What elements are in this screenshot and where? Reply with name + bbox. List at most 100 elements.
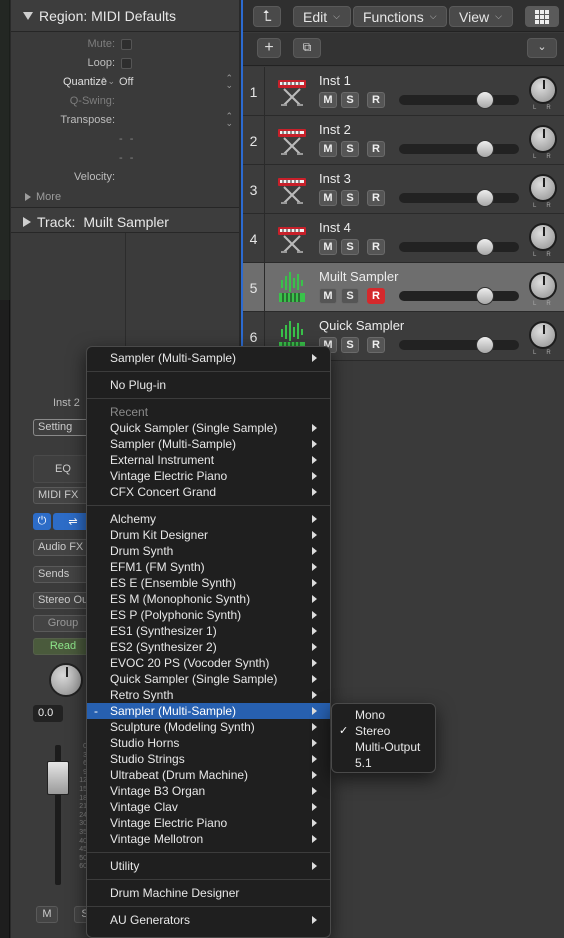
volume-readout[interactable]: 0.0 bbox=[33, 705, 63, 722]
submenu-item[interactable]: Mono bbox=[332, 707, 435, 723]
track-name[interactable]: Muilt Sampler bbox=[319, 269, 398, 284]
sampler-icon[interactable] bbox=[276, 270, 308, 304]
menu-item-instrument[interactable]: Studio Horns bbox=[87, 735, 330, 751]
menu-item-instrument[interactable]: Vintage Clav bbox=[87, 799, 330, 815]
track-row[interactable]: 5 Muilt Sampler M S R LR bbox=[243, 263, 564, 312]
menu-item-instrument[interactable]: Vintage Electric Piano bbox=[87, 815, 330, 831]
track-volume-thumb[interactable] bbox=[476, 189, 494, 207]
menu-item-instrument[interactable]: EVOC 20 PS (Vocoder Synth) bbox=[87, 655, 330, 671]
menu-item-recent[interactable]: Sampler (Multi-Sample) bbox=[87, 436, 330, 452]
keyboard-icon[interactable] bbox=[276, 221, 308, 255]
grid-view-icon[interactable] bbox=[525, 6, 559, 27]
sends-button[interactable]: Sends bbox=[33, 566, 93, 583]
track-volume-slider[interactable] bbox=[399, 140, 519, 158]
track-record-button[interactable]: R bbox=[367, 92, 385, 108]
track-solo-button[interactable]: S bbox=[341, 92, 359, 108]
track-solo-button[interactable]: S bbox=[341, 288, 359, 304]
gate-value[interactable]: - - bbox=[119, 152, 135, 164]
submenu-item[interactable]: ✓ Stereo bbox=[332, 723, 435, 739]
track-pan-knob[interactable] bbox=[529, 174, 557, 202]
param-gate[interactable]: - - bbox=[11, 149, 239, 168]
track-solo-button[interactable]: S bbox=[341, 239, 359, 255]
track-record-button[interactable]: R bbox=[367, 190, 385, 206]
menu-item-no-plugin[interactable]: No Plug-in bbox=[87, 377, 330, 393]
disclosure-closed-icon[interactable] bbox=[25, 193, 31, 201]
menu-item-utility[interactable]: Utility bbox=[87, 858, 330, 874]
menu-item-instrument[interactable]: Quick Sampler (Single Sample) bbox=[87, 671, 330, 687]
loop-checkbox[interactable] bbox=[121, 58, 132, 69]
keyboard-icon[interactable] bbox=[276, 172, 308, 206]
eq-button[interactable]: EQ bbox=[33, 455, 93, 483]
track-name[interactable]: Inst 4 bbox=[319, 220, 351, 235]
add-track-icon[interactable]: + bbox=[257, 38, 281, 58]
menu-item-instrument[interactable]: ES P (Polyphonic Synth) bbox=[87, 607, 330, 623]
quantize-stepper-icon[interactable]: ⌃⌄ bbox=[100, 76, 115, 87]
menu-item-drum-machine-designer[interactable]: Drum Machine Designer bbox=[87, 885, 330, 901]
setting-button[interactable]: Setting bbox=[33, 419, 93, 436]
track-row[interactable]: 2 Inst 2 M S R LR bbox=[243, 116, 564, 165]
track-mute-button[interactable]: M bbox=[319, 239, 337, 255]
back-arrow-icon[interactable]: ⮤ bbox=[253, 6, 281, 27]
track-name[interactable]: Quick Sampler bbox=[319, 318, 404, 333]
fine-tune-value[interactable]: - - bbox=[119, 133, 135, 145]
menu-item-instrument[interactable]: Ultrabeat (Drum Machine) bbox=[87, 767, 330, 783]
automation-mode-button[interactable]: Read bbox=[33, 638, 93, 655]
track-pan-knob[interactable] bbox=[529, 223, 557, 251]
track-volume-thumb[interactable] bbox=[476, 140, 494, 158]
menu-item-instrument[interactable]: - Sampler (Multi-Sample) bbox=[87, 703, 330, 719]
menu-item-recent[interactable]: CFX Concert Grand bbox=[87, 484, 330, 500]
track-volume-thumb[interactable] bbox=[476, 91, 494, 109]
view-menu-button[interactable]: View ⌵ bbox=[449, 6, 513, 27]
track-volume-slider[interactable] bbox=[399, 287, 519, 305]
track-volume-thumb[interactable] bbox=[476, 287, 494, 305]
param-transpose[interactable]: Transpose: ⌃ ⌄ bbox=[11, 111, 239, 130]
menu-item-recent[interactable]: Vintage Electric Piano bbox=[87, 468, 330, 484]
duplicate-track-icon[interactable]: ⧉ bbox=[293, 38, 321, 58]
menu-item-instrument[interactable]: Studio Strings bbox=[87, 751, 330, 767]
menu-item-instrument[interactable]: ES E (Ensemble Synth) bbox=[87, 575, 330, 591]
quantize-value[interactable]: Off bbox=[119, 76, 133, 88]
track-row[interactable]: 3 Inst 3 M S R LR bbox=[243, 165, 564, 214]
track-volume-slider[interactable] bbox=[399, 336, 519, 354]
quantize-popup-icon[interactable]: ⌃ ⌄ bbox=[225, 74, 233, 90]
mute-checkbox[interactable] bbox=[121, 39, 132, 50]
menu-item-instrument[interactable]: Sculpture (Modeling Synth) bbox=[87, 719, 330, 735]
param-velocity[interactable]: Velocity: bbox=[11, 168, 239, 187]
volume-fader-cap[interactable] bbox=[47, 761, 69, 795]
functions-menu-button[interactable]: Functions ⌵ bbox=[353, 6, 447, 27]
menu-item-instrument[interactable]: Vintage Mellotron bbox=[87, 831, 330, 847]
track-solo-button[interactable]: S bbox=[341, 190, 359, 206]
power-icon[interactable]: ⏻ bbox=[33, 513, 51, 530]
more-disclosure[interactable]: More bbox=[11, 187, 239, 207]
menu-item-instrument[interactable]: Retro Synth bbox=[87, 687, 330, 703]
menu-item-au-generators[interactable]: AU Generators bbox=[87, 912, 330, 928]
track-pan-knob[interactable] bbox=[529, 272, 557, 300]
midi-fx-button[interactable]: MIDI FX bbox=[33, 487, 93, 504]
track-name[interactable]: Inst 3 bbox=[319, 171, 351, 186]
track-volume-thumb[interactable] bbox=[476, 336, 494, 354]
edit-menu-button[interactable]: Edit ⌵ bbox=[293, 6, 351, 27]
mute-button[interactable]: M bbox=[36, 906, 58, 923]
track-mute-button[interactable]: M bbox=[319, 92, 337, 108]
menu-item-instrument[interactable]: Drum Kit Designer bbox=[87, 527, 330, 543]
track-name[interactable]: Inst 1 bbox=[319, 73, 351, 88]
menu-item-recent[interactable]: Quick Sampler (Single Sample) bbox=[87, 420, 330, 436]
track-record-button[interactable]: R bbox=[367, 239, 385, 255]
track-pan-knob[interactable] bbox=[529, 125, 557, 153]
menu-item-instrument[interactable]: Alchemy bbox=[87, 511, 330, 527]
track-name[interactable]: Inst 2 bbox=[319, 122, 351, 137]
track-record-button[interactable]: R bbox=[367, 141, 385, 157]
track-mute-button[interactable]: M bbox=[319, 190, 337, 206]
transpose-popup-icon[interactable]: ⌃ ⌄ bbox=[225, 112, 233, 128]
keyboard-icon[interactable] bbox=[276, 123, 308, 157]
global-tracks-icon[interactable]: ⌄ bbox=[527, 38, 557, 58]
disclosure-closed-icon[interactable] bbox=[23, 217, 31, 227]
track-record-button[interactable]: R bbox=[367, 288, 385, 304]
submenu-item[interactable]: Multi-Output bbox=[332, 739, 435, 755]
output-button[interactable]: Stereo Out bbox=[33, 592, 93, 609]
menu-item-current-plugin[interactable]: Sampler (Multi-Sample) bbox=[87, 350, 330, 366]
region-header[interactable]: Region: MIDI Defaults bbox=[11, 0, 239, 32]
keyboard-icon[interactable] bbox=[276, 74, 308, 108]
track-mute-button[interactable]: M bbox=[319, 288, 337, 304]
track-row[interactable]: 1 Inst 1 M S R LR bbox=[243, 67, 564, 116]
